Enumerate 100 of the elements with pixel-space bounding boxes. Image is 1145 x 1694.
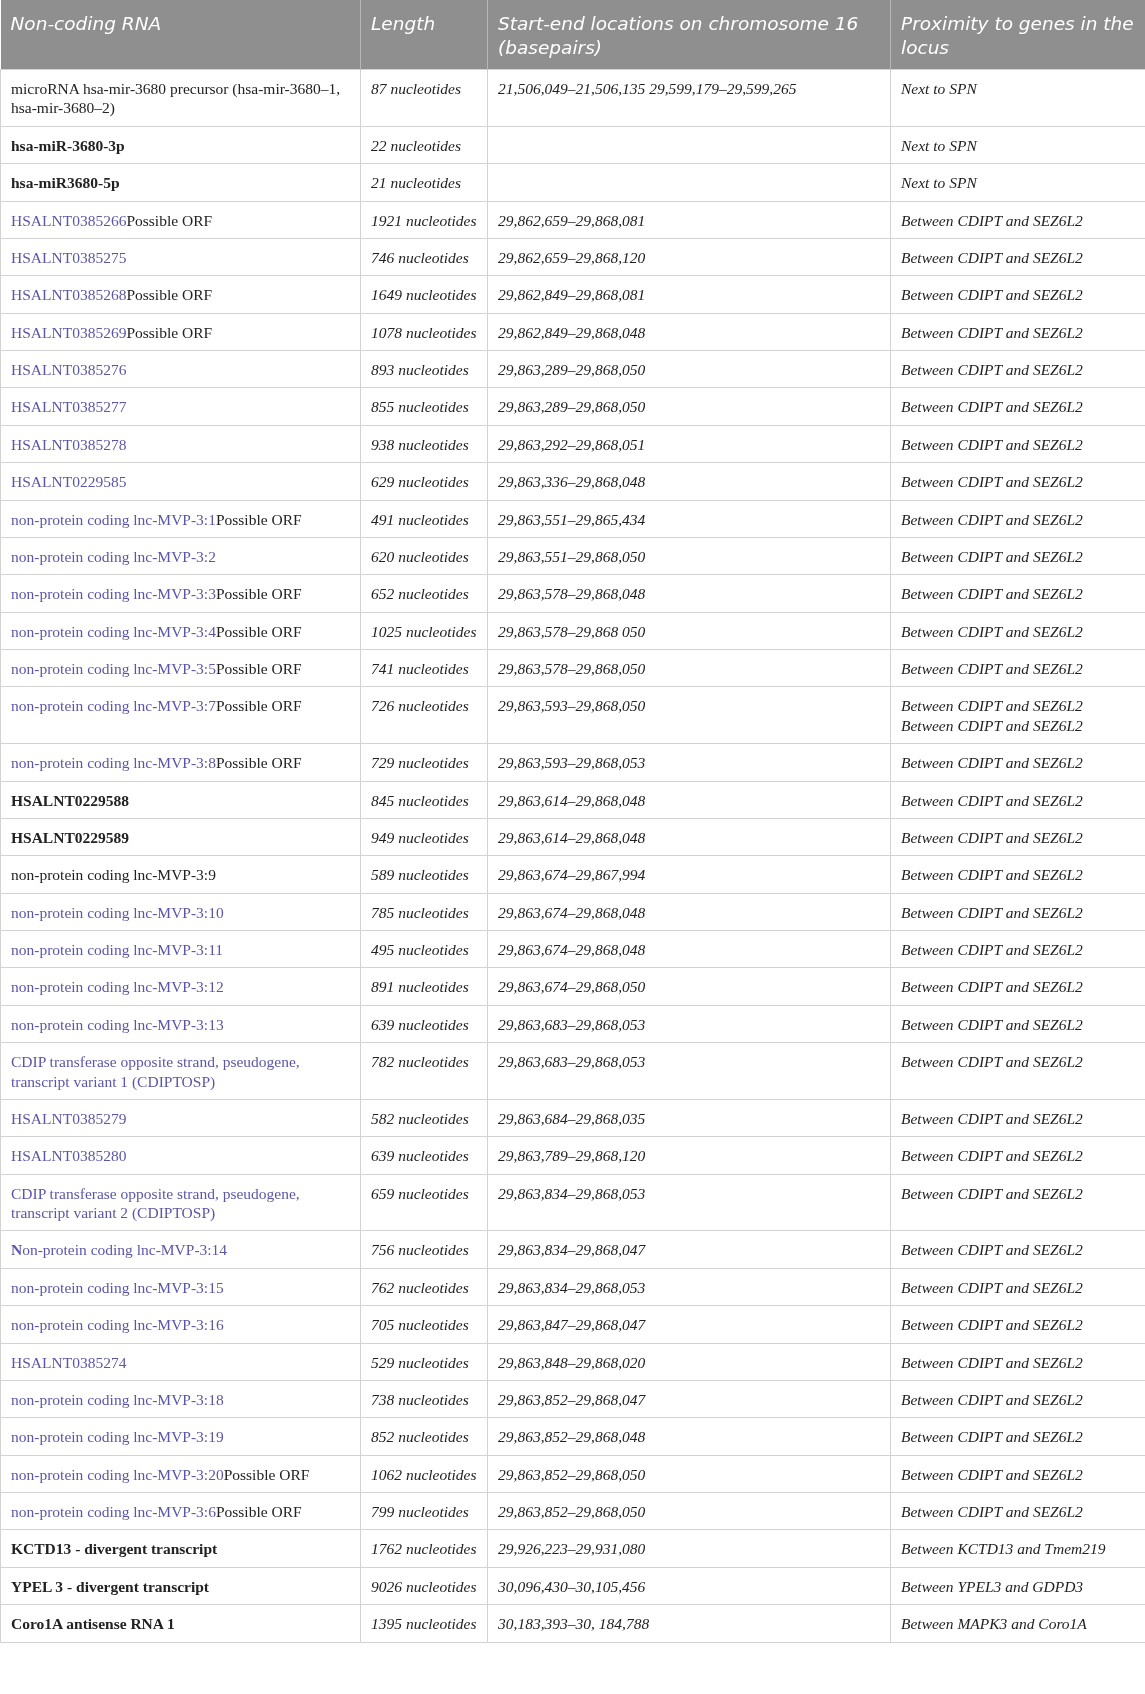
table-cell: Between CDIPT and SEZ6L2 [901,547,1083,565]
table-cell: 855 nucleotides [371,398,469,416]
table-cell: Between CDIPT and SEZ6L2 [901,754,1083,772]
table-cell: Between CDIPT and SEZ6L2 [901,361,1083,379]
column-header: Start-end locations on chromosome 16 (basepairs) [498,13,859,59]
table-cell: 639 nucleotides [371,1147,469,1165]
table-cell: 29,862,849–29,868,081 [498,286,646,304]
table-cell: 845 nucleotides [371,791,469,809]
table-cell: 29,863,674–29,868,048 [498,941,646,959]
link[interactable]: HSALNT0385275 [11,247,127,268]
table-cell: Possible ORF [223,1465,310,1483]
table-cell: 29,863,852–29,868,050 [498,1465,646,1483]
table-cell: Between CDIPT and SEZ6L2 [901,866,1083,884]
table-cell: 491 nucleotides [371,510,469,528]
table-cell: 29,863,578–29,868 050 [498,622,646,640]
table-cell: Between CDIPT and SEZ6L2 [901,1316,1083,1334]
table-cell: 29,863,336–29,868,048 [498,473,646,491]
table-cell: YPEL 3 - divergent transcript [11,1577,210,1595]
link[interactable]: non-protein coding lnc-MVP-3:7 [11,697,216,715]
link[interactable]: HSALNT0385266 [11,211,127,229]
table-cell: 21 nucleotides [371,174,461,192]
table-cell: 799 nucleotides [371,1503,469,1521]
table-cell: 29,863,551–29,868,050 [498,547,646,565]
table-cell: Possible ORF [126,211,213,229]
table-cell: 29,863,674–29,868,048 [498,903,646,921]
table-cell: 582 nucleotides [371,1109,469,1127]
table-cell: KCTD13 - divergent transcript [11,1540,218,1558]
table-cell: 741 nucleotides [371,660,469,678]
table-cell: Possible ORF [126,286,213,304]
link[interactable]: non-protein coding lnc-MVP-3:4 [11,622,216,640]
link[interactable]: non-protein coding lnc-MVP-3:20 [11,1465,224,1483]
link[interactable]: HSALNT0229585 [11,472,127,492]
table-cell: 29,863,578–29,868,048 [498,585,646,603]
link[interactable]: HSALNT0385269 [11,323,127,341]
table-cell: Between CDIPT and SEZ6L2 [901,1184,1083,1202]
table-cell: 1078 nucleotides [371,323,477,341]
link[interactable]: non-protein coding lnc-MVP-3:3 [11,585,216,603]
link[interactable]: HSALNT0385279 [11,1108,127,1129]
table-cell: 938 nucleotides [371,435,469,453]
table-cell: Between KCTD13 and Tmem219 [901,1540,1106,1558]
table-cell: Between CDIPT and SEZ6L2 [901,1465,1083,1483]
table-cell: 705 nucleotides [371,1316,469,1334]
table-cell: Between CDIPT and SEZ6L2 [901,286,1083,304]
table-cell: Between CDIPT and SEZ6L2 [901,1503,1083,1521]
table-cell: 1921 nucleotides [371,211,477,229]
table-cell: 29,926,223–29,931,080 [498,1540,646,1558]
table-cell: 726 nucleotides [371,697,469,715]
table-cell: 87 nucleotides [371,80,461,98]
link[interactable]: HSALNT0385268 [11,286,127,304]
table-cell: Between YPEL3 and GDPD3 [901,1577,1084,1595]
table-cell: 620 nucleotides [371,547,469,565]
table-cell: 29,862,659–29,868,120 [498,248,646,266]
table-cell: 629 nucleotides [371,473,469,491]
table-cell: Possible ORF [215,622,302,640]
table-cell: Between CDIPT and SEZ6L2 [901,1109,1083,1127]
table-cell: Between CDIPT and SEZ6L2 [901,978,1083,996]
table-cell: 29,862,849–29,868,048 [498,323,646,341]
table-cell: Possible ORF [126,323,213,341]
table-cell: 852 nucleotides [371,1428,469,1446]
table-cell: Between CDIPT and SEZ6L2 [901,323,1083,341]
table-cell: 29,863,852–29,868,048 [498,1428,646,1446]
table-cell: HSALNT0229589 [11,828,129,846]
table-cell: Between CDIPT and SEZ6L2 [901,1015,1083,1033]
table-cell: 1649 nucleotides [371,286,477,304]
table-cell: Coro1A antisense RNA 1 [11,1615,175,1633]
table-cell: 29,863,834–29,868,047 [498,1241,646,1259]
link[interactable]: non-protein coding lnc-MVP-3:5 [11,660,216,678]
table-cell: 29,863,614–29,868,048 [498,828,646,846]
column-header: Length [371,13,436,34]
table-cell: 30,096,430–30,105,456 [498,1577,646,1595]
table-cell: 652 nucleotides [371,585,469,603]
link[interactable]: non-protein coding lnc-MVP-3:1 [11,510,216,528]
table-cell: hsa-miR-3680-3p [11,136,125,154]
table-cell: 29,863,292–29,868,051 [498,435,646,453]
table-cell: 29,863,684–29,868,035 [498,1109,646,1127]
table-cell: Between CDIPT and SEZ6L2 [901,660,1083,678]
table-cell: microRNA hsa-mir-3680 precursor (hsa-mir-3680–1, hsa-mir-3680–2) [11,80,341,117]
table-cell: Between CDIPT and SEZ6L2 Between CDIPT and SEZ6L2 [901,697,1083,734]
table-cell: 29,863,289–29,868,050 [498,398,646,416]
link[interactable]: HSALNT0385278 [11,434,127,455]
table-cell: 9026 nucleotides [371,1577,477,1595]
table-cell: 29,863,674–29,867,994 [498,866,646,884]
table-cell: 1025 nucleotides [371,622,477,640]
link[interactable]: non-protein coding lnc-MVP-3:8 [11,754,216,772]
table-cell: Possible ORF [215,697,302,715]
link[interactable]: HSALNT0385274 [11,1352,127,1372]
table-cell: Between CDIPT and SEZ6L2 [901,941,1083,959]
table-cell: hsa-miR3680-5p [11,174,120,192]
table-cell: 495 nucleotides [371,941,469,959]
table-cell: Between CDIPT and SEZ6L2 [901,1428,1083,1446]
link[interactable]: non-protein coding lnc-MVP-3:6 [11,1503,216,1521]
table-cell: Possible ORF [215,660,302,678]
table-cell: HSALNT0229588 [11,791,129,809]
table-cell: Between CDIPT and SEZ6L2 [901,622,1083,640]
table-cell: 785 nucleotides [371,903,469,921]
table-cell: 893 nucleotides [371,361,469,379]
link[interactable]: HSALNT0385277 [11,397,127,417]
link[interactable]: HSALNT0385280 [11,1146,127,1166]
link[interactable]: HSALNT0385276 [11,360,127,380]
column-header: Proximity to genes in the locus [901,13,1134,59]
